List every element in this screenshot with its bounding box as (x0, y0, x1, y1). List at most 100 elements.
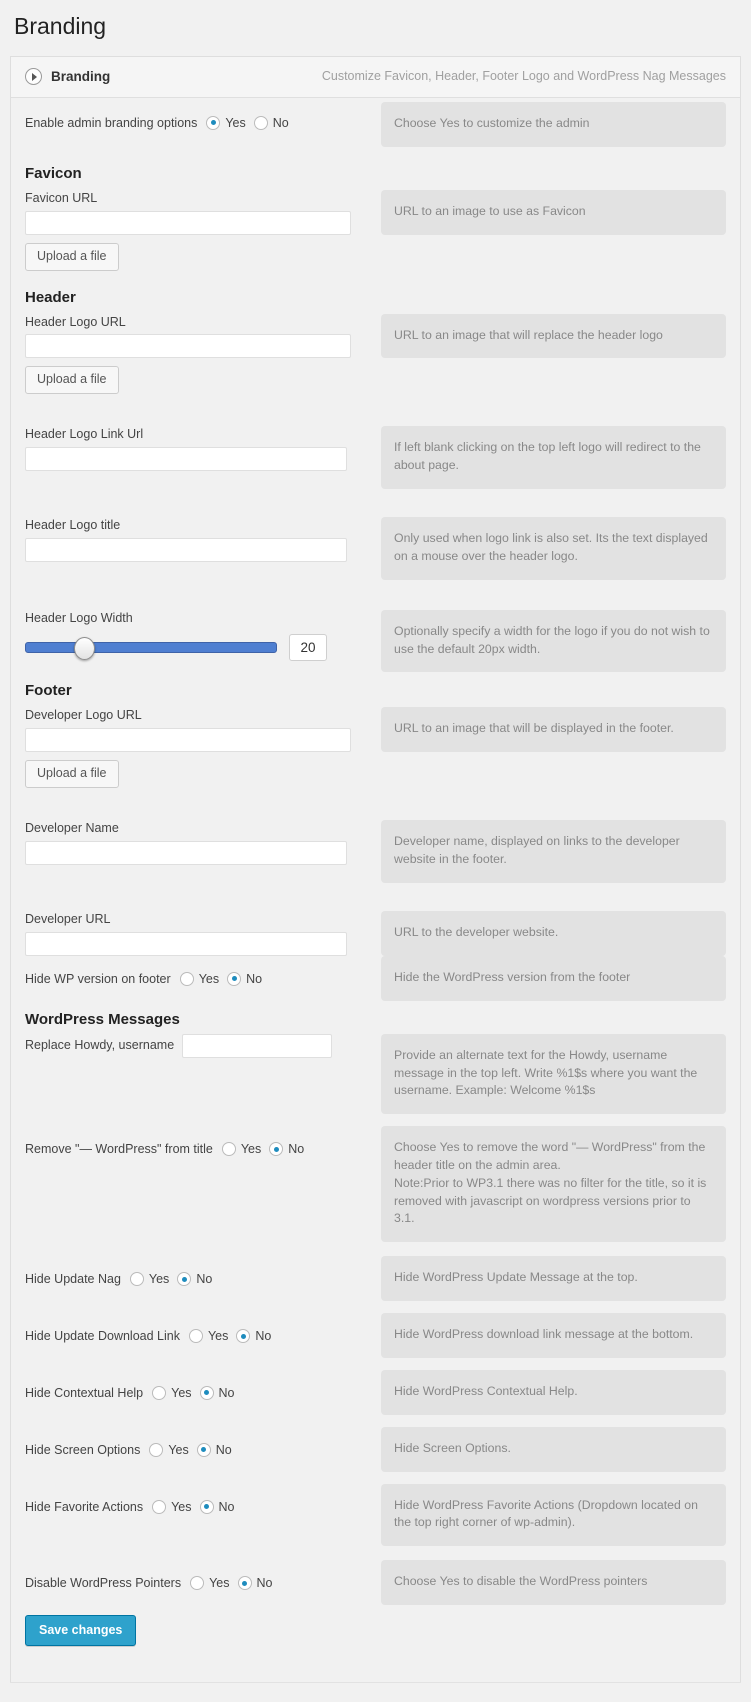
header-logo-title-input[interactable] (25, 538, 347, 562)
row-hide-update-download-link: Hide Update Download Link Yes No Hide Wo… (11, 1313, 740, 1358)
page-title: Branding (14, 13, 107, 39)
row-hide-wp-version: Hide WP version on footer Yes No Hide th… (11, 955, 740, 1001)
radio-icon[interactable] (269, 1142, 284, 1157)
developer-name-description: Developer name, displayed on links to th… (381, 820, 726, 883)
enable-branding-description: Choose Yes to customize the admin (381, 101, 726, 147)
hide-update-download-link-no[interactable]: No (236, 1329, 271, 1344)
row-hide-contextual-help: Hide Contextual Help Yes No Hide WordPre… (11, 1369, 740, 1415)
radio-icon[interactable] (188, 1329, 203, 1344)
row-remove-wordpress-title: Remove "— WordPress" from title Yes No C… (11, 1126, 740, 1243)
hide-wp-version-description: Hide the WordPress version from the foot… (381, 955, 726, 1001)
save-changes-button[interactable]: Save changes (25, 1615, 137, 1647)
row-developer-name: Developer Name Developer name, displayed… (11, 806, 740, 883)
option-label: Yes (198, 971, 220, 986)
hide-favorite-actions-radio-group: Hide Favorite Actions Yes No (25, 1484, 370, 1514)
developer-logo-upload-button[interactable]: Upload a file (25, 760, 119, 789)
hide-screen-options-label: Hide Screen Options (25, 1442, 141, 1457)
enable-branding-label: Enable admin branding options (25, 115, 198, 130)
row-hide-favorite-actions: Hide Favorite Actions Yes No Hide WordPr… (11, 1483, 740, 1547)
hide-screen-options-yes[interactable]: Yes (149, 1442, 189, 1457)
radio-icon[interactable] (253, 115, 268, 130)
hide-update-nag-no[interactable]: No (177, 1272, 213, 1287)
panel-header[interactable]: Branding Customize Favicon, Header, Foot… (11, 56, 740, 98)
radio-icon[interactable] (199, 1385, 214, 1400)
radio-icon[interactable] (199, 1499, 214, 1514)
remove-wordpress-title-no[interactable]: No (269, 1142, 305, 1157)
row-hide-screen-options: Hide Screen Options Yes No Hide Screen O… (11, 1426, 740, 1472)
panel-body: Enable admin branding options Yes No Cho… (11, 97, 740, 1683)
replace-howdy-input[interactable] (182, 1033, 333, 1058)
hide-contextual-help-radio-group: Hide Contextual Help Yes No (25, 1370, 370, 1400)
option-label: No (246, 971, 263, 986)
replace-howdy-description: Provide an alternate text for the Howdy,… (381, 1033, 726, 1115)
favicon-url-label: Favicon URL (25, 190, 98, 205)
header-logo-title-label: Header Logo title (25, 518, 121, 533)
developer-logo-url-input[interactable] (25, 728, 351, 753)
branding-panel: Branding Customize Favicon, Header, Foot… (10, 55, 741, 1683)
header-logo-url-label: Header Logo URL (25, 314, 126, 329)
option-label: Yes (171, 1385, 192, 1400)
header-logo-width-label: Header Logo Width (25, 610, 133, 625)
row-favicon-url: Favicon URL Upload a file URL to an imag… (11, 184, 740, 271)
option-label: Yes (225, 115, 246, 130)
hide-screen-options-radio-group: Hide Screen Options Yes No (25, 1427, 370, 1457)
enable-branding-no[interactable]: No (253, 115, 289, 130)
header-logo-link-url-input[interactable] (25, 447, 347, 472)
option-label: Yes (168, 1442, 189, 1457)
radio-icon[interactable] (190, 1576, 205, 1591)
option-label: No (218, 1499, 235, 1514)
option-label: No (215, 1442, 232, 1457)
section-heading-wp-messages: WordPress Messages (25, 1010, 180, 1028)
developer-name-input[interactable] (25, 841, 347, 866)
favicon-upload-button[interactable]: Upload a file (25, 242, 119, 271)
hide-wp-version-no[interactable]: No (227, 971, 263, 986)
disable-pointers-yes[interactable]: Yes (190, 1576, 230, 1591)
row-header-logo-url: Header Logo URL Upload a file URL to an … (11, 308, 740, 395)
radio-icon[interactable] (129, 1272, 144, 1287)
developer-logo-url-label: Developer Logo URL (25, 708, 142, 723)
favicon-url-input[interactable] (25, 210, 351, 235)
developer-name-label: Developer Name (25, 821, 119, 836)
slider-thumb[interactable] (73, 636, 95, 660)
hide-wp-version-yes[interactable]: Yes (179, 971, 220, 986)
radio-icon[interactable] (152, 1499, 167, 1514)
hide-update-download-link-label: Hide Update Download Link (25, 1329, 180, 1344)
enable-branding-yes[interactable]: Yes (206, 115, 246, 130)
hide-screen-options-no[interactable]: No (196, 1442, 232, 1457)
radio-icon[interactable] (227, 971, 242, 986)
developer-url-input[interactable] (25, 931, 347, 956)
section-heading-footer: Footer (25, 682, 72, 700)
radio-icon[interactable] (179, 971, 194, 986)
hide-screen-options-description: Hide Screen Options. (381, 1426, 726, 1472)
option-label: No (288, 1142, 305, 1157)
option-label: No (196, 1272, 213, 1287)
radio-icon[interactable] (237, 1576, 252, 1591)
radio-icon[interactable] (221, 1142, 236, 1157)
play-triangle-icon[interactable] (25, 67, 42, 85)
panel-bottom-strip (10, 1682, 741, 1702)
hide-favorite-actions-no[interactable]: No (199, 1499, 235, 1514)
disable-pointers-no[interactable]: No (237, 1576, 272, 1591)
radio-icon[interactable] (196, 1442, 211, 1457)
remove-wordpress-title-label: Remove "— WordPress" from title (25, 1142, 213, 1157)
radio-icon[interactable] (177, 1272, 192, 1287)
header-logo-upload-button[interactable]: Upload a file (25, 366, 119, 395)
radio-icon[interactable] (152, 1385, 167, 1400)
option-label: Yes (207, 1329, 229, 1344)
header-logo-url-input[interactable] (25, 334, 351, 359)
header-logo-width-value[interactable] (289, 633, 327, 661)
hide-favorite-actions-label: Hide Favorite Actions (25, 1499, 144, 1514)
row-developer-url: Developer URL URL to the developer websi… (11, 897, 740, 956)
radio-icon[interactable] (236, 1329, 251, 1344)
hide-update-nag-yes[interactable]: Yes (129, 1272, 169, 1287)
hide-contextual-help-yes[interactable]: Yes (152, 1385, 192, 1400)
disable-pointers-radio-group: Disable WordPress Pointers Yes No (25, 1560, 370, 1591)
row-header-logo-link-url: Header Logo Link Url If left blank click… (11, 412, 740, 490)
hide-favorite-actions-yes[interactable]: Yes (152, 1499, 192, 1514)
radio-icon[interactable] (206, 115, 221, 130)
hide-update-download-link-yes[interactable]: Yes (188, 1329, 229, 1344)
header-logo-width-slider[interactable] (25, 636, 277, 660)
remove-wordpress-title-yes[interactable]: Yes (221, 1142, 261, 1157)
hide-contextual-help-no[interactable]: No (199, 1385, 235, 1400)
radio-icon[interactable] (149, 1442, 164, 1457)
